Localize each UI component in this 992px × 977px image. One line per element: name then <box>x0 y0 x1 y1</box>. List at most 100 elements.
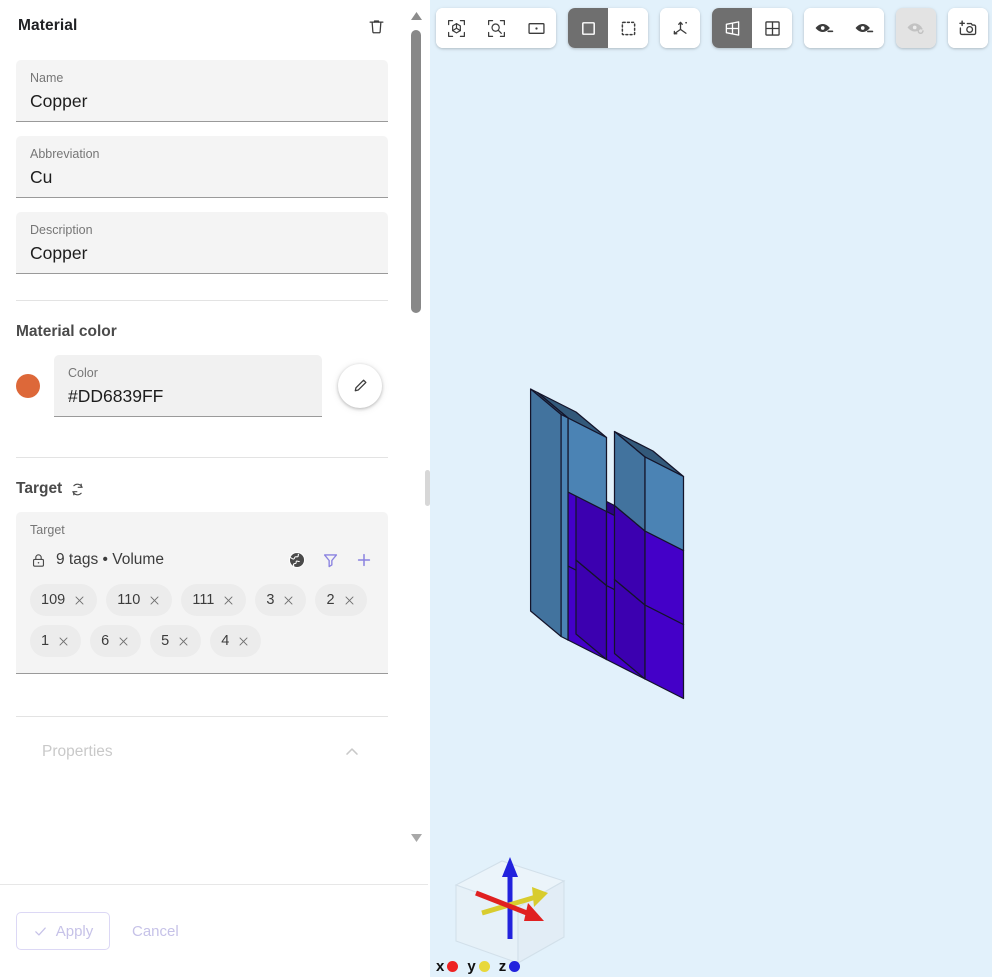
marquee-select-button[interactable] <box>608 8 648 48</box>
scrollbar-thumb[interactable] <box>411 30 421 313</box>
tag-chip[interactable]: 1 <box>30 625 81 657</box>
apply-button-label: Apply <box>56 923 94 940</box>
cancel-button-label: Cancel <box>132 923 179 940</box>
tag-chip-label: 109 <box>41 592 65 608</box>
toolbar-group-capture <box>948 8 988 48</box>
edit-color-button[interactable] <box>338 364 382 408</box>
properties-section-toggle[interactable]: Properties <box>16 725 388 779</box>
material-color-heading: Material color <box>16 323 388 341</box>
remove-tag-icon[interactable] <box>343 594 356 607</box>
target-heading-label: Target <box>16 480 62 498</box>
remove-tag-icon[interactable] <box>148 594 161 607</box>
tag-chip[interactable]: 110 <box>106 584 172 616</box>
remove-tag-icon[interactable] <box>57 635 70 648</box>
tag-chip-list: 109 110 111 3 2 1 6 5 4 <box>30 584 374 657</box>
axis-legend-y-dot <box>479 961 490 972</box>
triangle-up-icon[interactable] <box>404 4 428 28</box>
fit-screen-icon <box>526 18 547 39</box>
hide-selected-button[interactable] <box>804 8 844 48</box>
tag-chip[interactable]: 111 <box>181 584 246 616</box>
3d-viewport[interactable]: x y z <box>428 0 992 977</box>
lock-icon[interactable] <box>30 552 47 569</box>
tag-chip-label: 1 <box>41 633 49 649</box>
tag-chip-label: 3 <box>266 592 274 608</box>
abbreviation-field[interactable]: Abbreviation Cu <box>16 136 388 198</box>
description-field[interactable]: Description Copper <box>16 212 388 274</box>
abbreviation-field-label: Abbreviation <box>30 145 374 163</box>
cancel-button[interactable]: Cancel <box>132 923 179 940</box>
grid-icon <box>762 18 783 39</box>
tag-chip[interactable]: 6 <box>90 625 141 657</box>
eye-refresh-icon <box>905 17 927 39</box>
filter-icon[interactable] <box>321 551 340 570</box>
apply-button[interactable]: Apply <box>16 912 110 950</box>
tag-chip[interactable]: 5 <box>150 625 201 657</box>
name-field[interactable]: Name Copper <box>16 60 388 122</box>
isolate-selected-button[interactable] <box>844 8 884 48</box>
perspective-view-button[interactable] <box>712 8 752 48</box>
tag-chip[interactable]: 3 <box>255 584 306 616</box>
remove-tag-icon[interactable] <box>117 635 130 648</box>
tags-summary: 9 tags • Volume <box>56 551 164 569</box>
color-swatch[interactable] <box>16 374 40 398</box>
remove-tag-icon[interactable] <box>73 594 86 607</box>
remove-tag-icon[interactable] <box>237 635 250 648</box>
globe-icon[interactable] <box>287 550 307 570</box>
color-field-label: Color <box>68 364 308 382</box>
tag-chip-label: 111 <box>192 592 214 608</box>
fit-object-button[interactable] <box>436 8 476 48</box>
pencil-icon <box>351 377 369 395</box>
axis-icon <box>670 18 691 39</box>
tag-chip-label: 4 <box>221 633 229 649</box>
panel-header: Material <box>16 6 388 46</box>
target-box-label: Target <box>30 523 374 537</box>
axis-gizmo[interactable] <box>440 845 580 973</box>
eye-dash-icon <box>853 17 875 39</box>
toolbar-group-selection-mode <box>568 8 648 48</box>
trash-icon[interactable] <box>367 17 386 36</box>
filled-square-icon <box>578 18 599 39</box>
orthographic-view-button[interactable] <box>752 8 792 48</box>
perspective-icon <box>722 18 743 39</box>
divider-above-color <box>16 300 388 301</box>
panel-resize-handle[interactable] <box>425 470 430 506</box>
tag-chip-label: 110 <box>117 592 140 608</box>
tag-chip-label: 2 <box>326 592 334 608</box>
toolbar-group-restore <box>896 8 936 48</box>
tag-chip[interactable]: 2 <box>315 584 366 616</box>
description-field-label: Description <box>30 221 374 239</box>
tags-header-actions <box>287 550 374 570</box>
panel-scrollbar[interactable] <box>404 0 428 884</box>
tag-chip[interactable]: 109 <box>30 584 97 616</box>
fit-screen-button[interactable] <box>516 8 556 48</box>
divider-above-properties <box>16 716 388 717</box>
color-field-value: #DD6839FF <box>68 384 308 409</box>
panel-scroll-area[interactable]: Material Name Copper Abbreviation <box>0 0 428 884</box>
panel-footer: Apply Cancel <box>0 884 428 977</box>
description-field-value: Copper <box>30 241 374 266</box>
zoom-selection-button[interactable] <box>476 8 516 48</box>
triangle-down-icon[interactable] <box>404 826 428 850</box>
show-axis-button[interactable] <box>660 8 700 48</box>
3d-model[interactable] <box>428 0 992 977</box>
add-camera-button[interactable] <box>948 8 988 48</box>
tag-chip[interactable]: 4 <box>210 625 261 657</box>
tags-header: 9 tags • Volume <box>30 550 374 570</box>
divider-above-target <box>16 457 388 458</box>
remove-tag-icon[interactable] <box>222 594 235 607</box>
plus-icon[interactable] <box>354 550 374 570</box>
material-panel: Material Name Copper Abbreviation <box>0 0 428 977</box>
toolbar-group-fit <box>436 8 556 48</box>
axis-legend: x y z <box>436 958 525 975</box>
camera-plus-icon <box>957 17 979 39</box>
solid-select-button[interactable] <box>568 8 608 48</box>
restore-visibility-button <box>896 8 936 48</box>
tag-chip-label: 5 <box>161 633 169 649</box>
remove-tag-icon[interactable] <box>282 594 295 607</box>
zoom-selection-icon <box>486 18 507 39</box>
remove-tag-icon[interactable] <box>177 635 190 648</box>
color-field[interactable]: Color #DD6839FF <box>54 355 322 417</box>
refresh-icon[interactable] <box>69 481 86 498</box>
check-icon <box>33 924 48 939</box>
properties-label: Properties <box>42 743 113 761</box>
